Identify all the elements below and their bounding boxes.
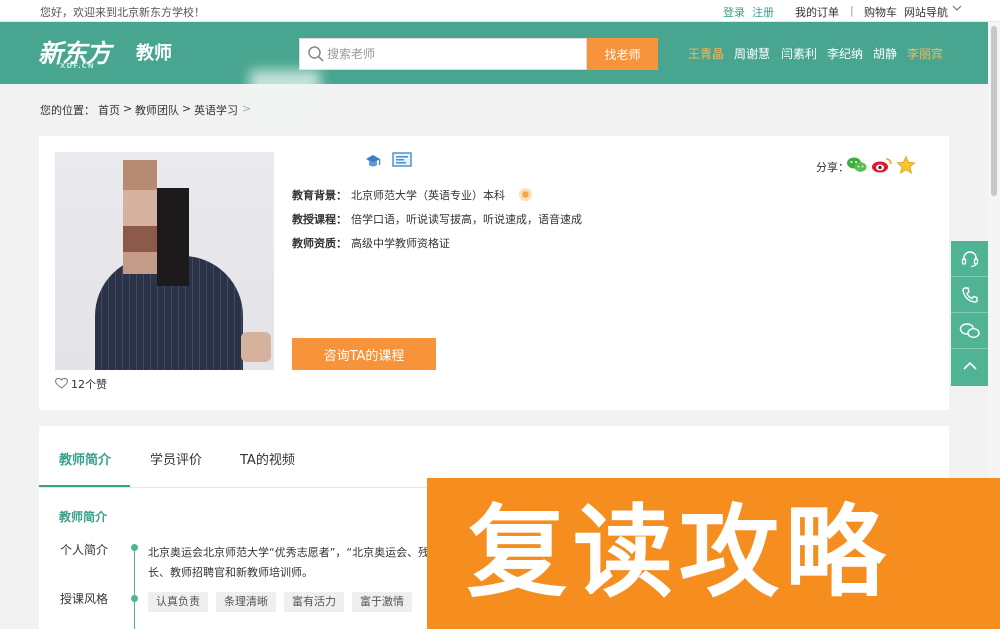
- verified-badge-icon: [519, 188, 532, 201]
- weibo-share-icon[interactable]: [871, 156, 893, 177]
- pixelated-face: [123, 160, 157, 190]
- hot-teacher-link[interactable]: 周谢慧: [734, 45, 770, 62]
- site-nav-dropdown[interactable]: 网站导航: [904, 4, 948, 20]
- education-value: 北京师范大学（英语专业）本科: [351, 189, 505, 202]
- education-label: 教育背景：: [292, 189, 347, 202]
- teacher-profile-card: [39, 136, 949, 410]
- redaction-blur: [245, 100, 305, 120]
- hot-teacher-link[interactable]: 王青晶: [688, 45, 724, 62]
- overlay-title: 复读攻略: [467, 494, 891, 611]
- headset-icon: [961, 251, 979, 268]
- photo-hair: [157, 188, 189, 286]
- courses-label: 教授课程：: [292, 213, 347, 226]
- redaction-blur: [250, 70, 320, 100]
- timeline-dot: [131, 544, 138, 551]
- style-tag: 富有活力: [284, 592, 344, 612]
- logo-subtext: XDF.CN: [60, 62, 95, 70]
- floating-side-toolbar: [951, 241, 989, 386]
- teacher-photo: [55, 152, 274, 370]
- hot-teacher-link[interactable]: 闫素利: [781, 45, 817, 62]
- graduation-cap-icon: [364, 152, 382, 173]
- personal-intro-label: 个人简介: [60, 543, 109, 557]
- bio-text: 长、教师招聘官和新教师培训师。: [148, 566, 313, 579]
- breadcrumb-english[interactable]: 英语学习: [194, 102, 238, 118]
- active-tab-indicator: [39, 485, 130, 487]
- cart-link[interactable]: 购物车: [864, 4, 897, 20]
- find-teacher-button[interactable]: 找老师: [587, 38, 658, 70]
- qualification-value: 高级中学教师资格证: [351, 237, 450, 250]
- login-link[interactable]: 登录: [723, 4, 745, 20]
- my-orders-link[interactable]: 我的订单: [795, 4, 839, 20]
- teaching-style-label: 授课风格: [60, 592, 109, 606]
- divider: |: [850, 4, 854, 17]
- xdf-logo[interactable]: 新东方 XDF.CN: [38, 34, 122, 72]
- share-label: 分享：: [816, 161, 849, 174]
- style-tag: 富于激情: [352, 592, 412, 612]
- hot-teacher-link[interactable]: 李丽宾: [907, 45, 943, 62]
- back-to-top-button[interactable]: [951, 349, 989, 386]
- hot-teacher-link[interactable]: 胡静: [873, 45, 897, 62]
- style-tag: 认真负责: [148, 592, 208, 612]
- top-bar: 您好，欢迎来到北京新东方学校！ 登录 注册 我的订单 | 购物车 网站导航: [0, 0, 1000, 22]
- site-header: 新东方 XDF.CN 教师 找老师 王青晶 周谢慧 闫素利 李纪纳 胡静 李丽宾: [0, 22, 988, 84]
- hot-teacher-link[interactable]: 李纪纳: [827, 45, 863, 62]
- wechat-button[interactable]: [951, 313, 989, 349]
- certificate-icon: [392, 152, 412, 171]
- breadcrumb-home[interactable]: 首页: [98, 102, 120, 118]
- heart-icon[interactable]: [55, 377, 68, 389]
- timeline-line: [134, 545, 135, 629]
- register-link[interactable]: 注册: [752, 4, 774, 20]
- welcome-text: 您好，欢迎来到北京新东方学校！: [40, 6, 205, 19]
- wechat-share-icon[interactable]: [846, 156, 868, 177]
- phone-button[interactable]: [951, 277, 989, 313]
- style-tag: 条理清晰: [216, 592, 276, 612]
- tab-student-reviews[interactable]: 学员评价: [150, 449, 202, 468]
- pixelated-face: [123, 190, 157, 226]
- breadcrumb-sep: >: [123, 102, 133, 115]
- pixelated-face: [123, 252, 157, 274]
- breadcrumb-team[interactable]: 教师团队: [135, 102, 179, 118]
- pixelated-face: [123, 226, 157, 252]
- intro-section-title: 教师简介: [59, 510, 108, 524]
- search-icon: [307, 45, 325, 63]
- customer-service-button[interactable]: [951, 241, 989, 277]
- tab-videos[interactable]: TA的视频: [240, 449, 295, 468]
- consult-courses-button[interactable]: 咨询TA的课程: [292, 338, 436, 370]
- breadcrumb-label: 您的位置：: [40, 104, 95, 117]
- photo-hand: [241, 332, 271, 362]
- scrollbar-thumb[interactable]: [991, 26, 997, 196]
- qualification-label: 教师资质：: [292, 237, 347, 250]
- timeline-dot: [131, 595, 138, 602]
- search-input[interactable]: [327, 39, 582, 69]
- courses-value: 倍学口语，听说读写拔高，听说速成，语音速成: [351, 213, 582, 226]
- chevron-down-icon: [952, 3, 962, 16]
- breadcrumb-sep: >: [182, 102, 192, 115]
- breadcrumb-sep: >: [242, 102, 252, 115]
- tab-teacher-intro[interactable]: 教师简介: [59, 449, 111, 468]
- search-box: [299, 38, 587, 70]
- bio-text: 北京奥运会北京师范大学“优秀志愿者”，“北京奥运会、残: [148, 546, 430, 559]
- wechat-icon: [959, 323, 980, 339]
- section-title: 教师: [136, 43, 172, 64]
- promo-overlay-banner: 复读攻略: [427, 478, 1000, 629]
- phone-icon: [962, 287, 978, 303]
- chevron-up-icon: [963, 361, 977, 370]
- like-count: 12个赞: [71, 378, 107, 391]
- favorite-star-icon[interactable]: [896, 155, 916, 178]
